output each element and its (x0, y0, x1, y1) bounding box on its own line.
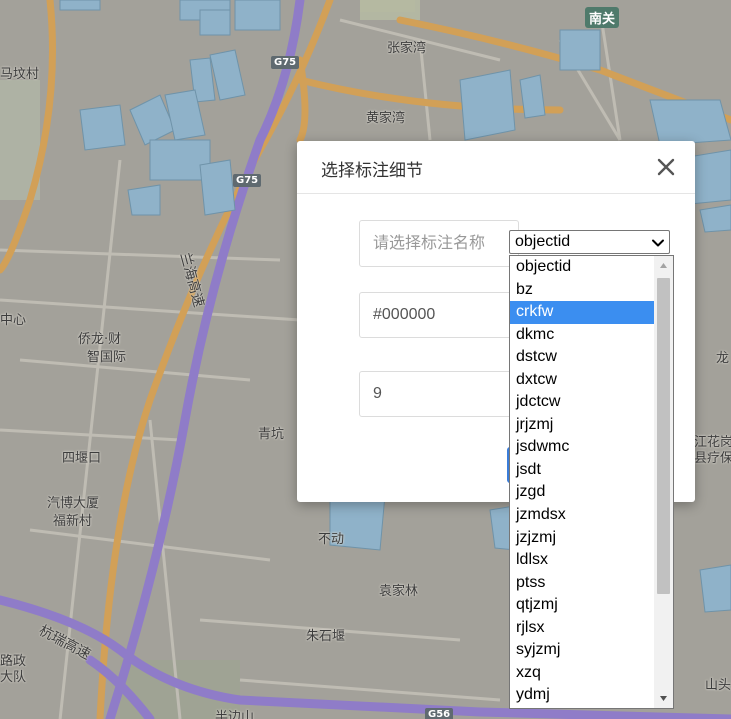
select-option[interactable]: objectid (510, 256, 654, 279)
scroll-thumb[interactable] (657, 278, 670, 594)
select-option[interactable]: qtjzmj (510, 594, 654, 617)
highway-shield: G56 (425, 708, 454, 719)
field-select[interactable]: objectid (509, 230, 670, 254)
select-option[interactable]: ydmj (510, 684, 654, 707)
map-label: 朱石堰 (306, 629, 346, 644)
map-label: 半边山 (215, 710, 255, 719)
dropdown-scrollbar[interactable] (654, 256, 673, 708)
select-option[interactable]: ptss (510, 572, 654, 595)
color-input[interactable]: #000000 (359, 292, 519, 338)
map-label: 黄家湾 (366, 111, 406, 126)
map-label: 青坑 (258, 427, 285, 442)
scroll-up-icon[interactable] (654, 256, 673, 275)
highway-shield: G75 (233, 174, 262, 187)
select-option[interactable]: jzmdsx (510, 504, 654, 527)
map-label: 张家湾 (387, 41, 427, 56)
select-option[interactable]: jzgd (510, 481, 654, 504)
select-option[interactable]: ldlsx (510, 549, 654, 572)
dialog-title: 选择标注细节 (321, 161, 423, 181)
option-list: objectid bz crkfw dkmc dstcw dxtcw jdctcw jrjzm… (510, 256, 654, 707)
map-label: 中心 (0, 313, 27, 328)
select-option[interactable]: dxtcw (510, 369, 654, 392)
station-marker: 南关 (585, 7, 620, 28)
select-option[interactable]: dkmc (510, 324, 654, 347)
select-option[interactable]: rjlsx (510, 617, 654, 640)
map-label: 智国际 (87, 350, 127, 365)
select-option[interactable]: xzq (510, 662, 654, 685)
select-value: objectid (515, 233, 571, 250)
map-label: 山头 (705, 678, 731, 693)
select-option[interactable]: jzjzmj (510, 527, 654, 550)
map-label: 马坟村 (0, 67, 40, 82)
select-option[interactable]: crkfw (510, 301, 654, 324)
map-label: 汽博大厦 (47, 496, 100, 511)
annotation-name-field[interactable]: 请选择标注名称 (359, 220, 519, 267)
close-icon[interactable] (655, 156, 677, 178)
select-option[interactable]: jdctcw (510, 391, 654, 414)
select-option[interactable]: bz (510, 279, 654, 302)
map-label: 侨龙·财 (78, 332, 122, 347)
select-option[interactable]: dstcw (510, 346, 654, 369)
map-label: 福新村 (53, 514, 93, 529)
map-label: 不动 (318, 532, 345, 547)
scroll-down-icon[interactable] (654, 689, 673, 708)
map-label: 县疗保 (694, 451, 731, 466)
dialog-header: 选择标注细节 (297, 141, 695, 194)
font-size-input[interactable]: 9 (359, 371, 519, 417)
select-dropdown-list[interactable]: objectid bz crkfw dkmc dstcw dxtcw jdctcw jrjzm… (509, 255, 674, 709)
chevron-down-icon (651, 235, 665, 249)
select-option[interactable]: syjzmj (510, 639, 654, 662)
select-option[interactable]: jsdwmc (510, 436, 654, 459)
select-option[interactable]: jsdt (510, 459, 654, 482)
highway-shield: G75 (271, 56, 300, 69)
map-label: 袁家林 (379, 584, 419, 599)
map-label: 龙 (716, 351, 730, 366)
map-label: 大队 (0, 670, 27, 685)
select-option[interactable]: jrjzmj (510, 414, 654, 437)
map-label: 四堰口 (62, 451, 102, 466)
